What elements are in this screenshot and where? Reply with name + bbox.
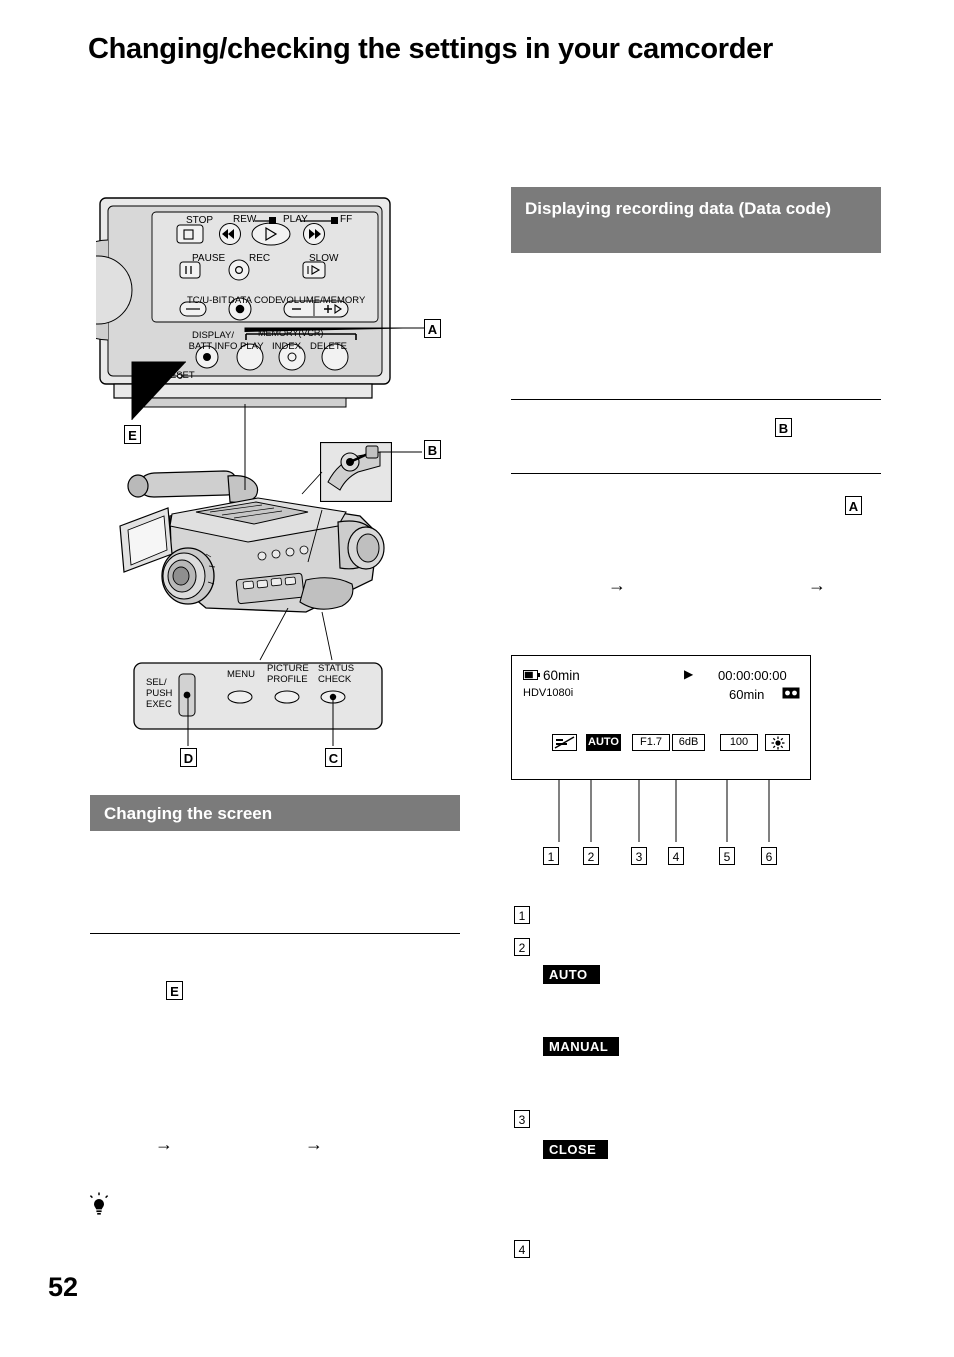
- remote-label-rew: REW: [233, 214, 257, 225]
- lcd-number-5: 5: [719, 847, 735, 865]
- lcd-remaining: 60min: [729, 687, 765, 702]
- lcd-steadyshot-off-chip: [552, 734, 577, 751]
- lcd-leader-lines: [558, 780, 770, 842]
- remote-label-stop: STOP: [186, 215, 214, 226]
- remote-transport-rule: [255, 217, 338, 224]
- lcd-number-6: 6: [761, 847, 777, 865]
- callout-a-remote: A: [424, 319, 441, 338]
- lcd-screen-illustration: 60min HDV1080i ▶ 00:00:00:00 60min AUTO …: [511, 655, 811, 780]
- remote-label-tc-ubit: TC/U-BIT: [187, 295, 228, 306]
- battery-icon: [523, 670, 540, 680]
- remote-label-pause: PAUSE: [192, 253, 226, 264]
- panel-label-profile: PROFILE: [267, 674, 308, 685]
- list-number-2: 2: [514, 938, 530, 956]
- callout-a-right: A: [845, 496, 862, 515]
- term-close: CLOSE: [543, 1140, 608, 1159]
- page-title: Changing/checking the settings in your c…: [88, 33, 773, 65]
- lcd-aperture-chip: F1.7: [632, 734, 670, 751]
- list-number-1: 1: [514, 906, 530, 924]
- remote-label-volume-memory: VOLUME/MEMORY: [280, 295, 366, 306]
- lcd-number-2: 2: [583, 847, 599, 865]
- callout-e-leader: [131, 361, 186, 420]
- lcd-format: HDV1080i: [523, 687, 574, 699]
- panel-label-sel: SEL/: [146, 677, 167, 688]
- white-balance-icon: [771, 736, 784, 750]
- list-number-4: 4: [514, 1240, 530, 1258]
- remote-to-camcorder-leader: [244, 404, 246, 490]
- remote-label-mem-index: INDEX: [272, 341, 302, 352]
- lcd-play-symbol: ▶: [684, 667, 694, 681]
- callout-b-leader: [380, 451, 422, 453]
- remote-label-batt-info: BATT INFO: [188, 341, 238, 352]
- tip-bulb-icon: [89, 1192, 109, 1215]
- panel-label-menu: MENU: [227, 669, 255, 680]
- panel-label-exec: EXEC: [146, 699, 172, 710]
- arrow-right-1: →: [608, 575, 626, 595]
- section-header-changing-screen: Changing the screen: [90, 795, 460, 831]
- section-header-data-code: Displaying recording data (Data code): [511, 187, 881, 253]
- lcd-timecode: 00:00:00:00: [718, 668, 787, 683]
- remote-label-data-code: DATA CODE: [228, 295, 282, 306]
- callout-b-right: B: [775, 418, 792, 437]
- page-number: 52: [48, 1272, 79, 1302]
- divider-left-1: [90, 933, 460, 934]
- callout-d: D: [180, 748, 197, 767]
- document-page: Changing/checking the settings in your c…: [0, 0, 954, 1357]
- panel-label-push: PUSH: [146, 688, 173, 699]
- lcd-battery-time: 60min: [543, 668, 580, 683]
- term-auto: AUTO: [543, 965, 600, 984]
- lcd-shutter-chip: 100: [720, 734, 758, 751]
- divider-right-2: [511, 473, 881, 474]
- term-manual: MANUAL: [543, 1037, 619, 1056]
- remote-label-display: DISPLAY/: [191, 330, 235, 341]
- arrow-left-2: →: [305, 1134, 323, 1154]
- remote-label-rec: REC: [249, 253, 271, 264]
- cassette-icon: [782, 687, 800, 699]
- lcd-number-4: 4: [668, 847, 684, 865]
- callout-b-left: B: [424, 440, 441, 459]
- callout-a-leader: [244, 327, 425, 332]
- remote-label-mem-delete: DELETE: [310, 341, 347, 352]
- callout-d-leader: [187, 696, 189, 746]
- lcd-number-1: 1: [543, 847, 559, 865]
- arrow-left-1: →: [155, 1134, 173, 1154]
- detail-b-connector: [301, 471, 323, 563]
- remote-label-mem-play: PLAY: [240, 341, 264, 352]
- list-number-3: 3: [514, 1110, 530, 1128]
- steadyshot-off-icon: [554, 735, 575, 749]
- lcd-auto-chip: AUTO: [586, 734, 621, 751]
- arrow-right-2: →: [808, 575, 826, 595]
- lcd-white-balance-chip: [765, 734, 790, 751]
- remote-label-slow: SLOW: [309, 253, 339, 264]
- divider-right-1: [511, 399, 881, 400]
- lcd-number-3: 3: [631, 847, 647, 865]
- panel-label-check: CHECK: [318, 674, 352, 685]
- callout-e-body: E: [166, 981, 183, 1000]
- callout-c-leader: [332, 698, 334, 746]
- panel-connector: [259, 608, 333, 661]
- lcd-gain-chip: 6dB: [672, 734, 705, 751]
- callout-c: C: [325, 748, 342, 767]
